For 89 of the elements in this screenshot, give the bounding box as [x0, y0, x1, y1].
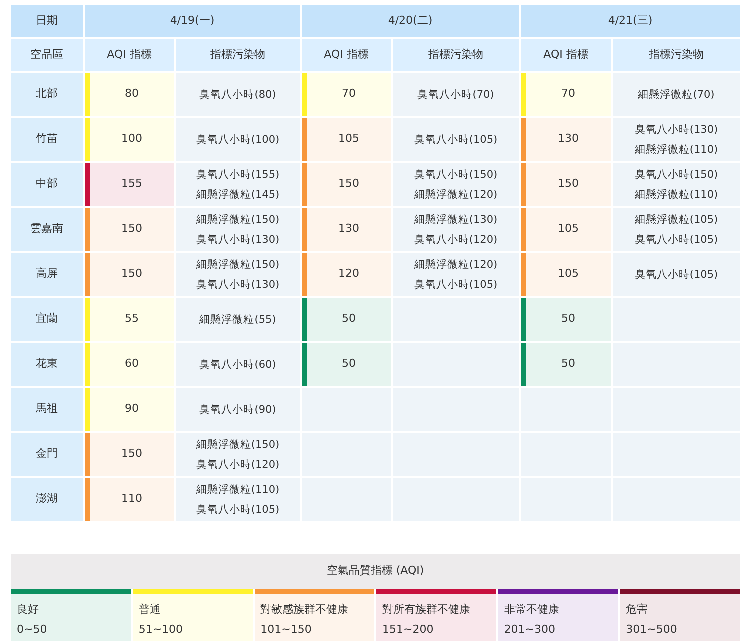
region-cell: 澎湖: [11, 478, 83, 521]
legend-label: 危害: [626, 602, 650, 618]
aqi-cell: 105: [307, 118, 391, 161]
aqi-cell: 150: [526, 163, 611, 206]
aqi-cell: 90: [90, 388, 174, 431]
pollutant-text: 臭氧八小時(105): [414, 132, 498, 148]
aqi-cell: 100: [90, 118, 174, 161]
pollutant-text: 臭氧八小時(150): [414, 168, 498, 182]
column-header: 指標污染物: [393, 39, 519, 71]
region-cell: 花東: [11, 343, 83, 386]
date-header: 4/20(二): [302, 5, 519, 37]
legend-label: 普通: [138, 602, 162, 618]
pollutant-text: 臭氧八小時(80): [200, 88, 276, 102]
column-header: 指標污染物: [613, 39, 740, 71]
region-cell: 竹苗: [11, 118, 83, 161]
pollutant-text: 細懸浮微粒(55): [200, 312, 276, 328]
column-header: AQI 指標: [302, 39, 391, 71]
pollutant-text: 臭氧八小時(130): [196, 278, 280, 292]
legend-title: 空氣品質指標 (AQI): [11, 554, 740, 589]
aqi-cell: 110: [90, 478, 174, 521]
aqi-cell: 150: [90, 208, 174, 251]
legend-label: 對敏感族群不健康: [260, 602, 350, 618]
pollutant-text: 臭氧八小時(130): [634, 122, 718, 138]
pollutant-text: 細懸浮微粒(110): [634, 188, 718, 202]
pollutant-text: 細懸浮微粒(110): [196, 482, 280, 498]
date-header: 4/19(一): [85, 5, 300, 37]
pollutant-text: 臭氧八小時(130): [196, 232, 280, 248]
legend-label: 良好: [17, 602, 40, 618]
aqi-cell: 50: [307, 298, 391, 341]
aqi-cell: 80: [90, 73, 174, 116]
pollutant-text: 臭氧八小時(155): [196, 168, 280, 182]
pollutant-text: 細懸浮微粒(145): [196, 188, 280, 202]
legend-range: 0~50: [17, 622, 48, 638]
column-header: AQI 指標: [85, 39, 174, 71]
aqi-cell: 50: [526, 343, 611, 386]
pollutant-text: 細懸浮微粒(130): [414, 212, 498, 228]
pollutant-text: 臭氧八小時(105): [634, 268, 718, 282]
pollutant-text: 臭氧八小時(100): [196, 132, 280, 148]
region-cell: 馬祖: [11, 388, 83, 431]
aqi-cell: 150: [307, 163, 391, 206]
aqi-cell: 105: [526, 253, 611, 296]
column-header: AQI 指標: [521, 39, 611, 71]
aqi-cell: 55: [90, 298, 174, 341]
legend-range: 201~300: [504, 622, 557, 638]
header-cell: 空品區: [11, 39, 83, 71]
aqi-cell: 70: [526, 73, 611, 116]
date-header: 4/21(三): [521, 5, 740, 37]
pollutant-text: 臭氧八小時(120): [414, 232, 498, 248]
pollutant-text: 細懸浮微粒(110): [634, 142, 718, 158]
aqi-cell: 120: [307, 253, 391, 296]
aqi-cell: 150: [90, 253, 174, 296]
pollutant-text: 細懸浮微粒(150): [196, 438, 280, 452]
region-cell: 宜蘭: [11, 298, 83, 341]
header-cell: 日期: [11, 5, 83, 37]
legend-label: 非常不健康: [504, 602, 560, 618]
pollutant-text: 細懸浮微粒(70): [638, 88, 715, 102]
column-header: 指標污染物: [176, 39, 300, 71]
region-cell: 雲嘉南: [11, 208, 83, 251]
aqi-cell: 150: [90, 433, 174, 476]
pollutant-text: 臭氧八小時(150): [634, 168, 718, 182]
aqi-cell: 50: [526, 298, 611, 341]
legend-range: 51~100: [138, 622, 184, 638]
aqi-cell: 155: [90, 163, 174, 206]
pollutant-text: 臭氧八小時(120): [196, 458, 280, 472]
pollutant-text: 臭氧八小時(105): [414, 278, 498, 292]
aqi-cell: 130: [307, 208, 391, 251]
pollutant-text: 細懸浮微粒(150): [196, 258, 280, 272]
aqi-cell: 60: [90, 343, 174, 386]
region-cell: 高屏: [11, 253, 83, 296]
pollutant-text: 臭氧八小時(60): [200, 358, 276, 372]
pollutant-text: 臭氧八小時(70): [418, 88, 494, 102]
region-cell: 中部: [11, 163, 83, 206]
aqi-cell: 70: [307, 73, 391, 116]
legend-range: 101~150: [260, 622, 313, 638]
region-cell: 金門: [11, 433, 83, 476]
pollutant-text: 臭氧八小時(105): [196, 502, 280, 518]
pollutant-text: 細懸浮微粒(150): [196, 212, 280, 228]
aqi-cell: 105: [526, 208, 611, 251]
region-cell: 北部: [11, 73, 83, 116]
pollutant-text: 臭氧八小時(90): [200, 402, 276, 418]
pollutant-text: 細懸浮微粒(120): [414, 188, 498, 202]
aqi-cell: 130: [526, 118, 611, 161]
legend-range: 301~500: [626, 622, 678, 638]
legend-label: 對所有族群不健康: [382, 602, 472, 618]
aqi-cell: 50: [307, 343, 391, 386]
pollutant-text: 臭氧八小時(105): [634, 232, 718, 248]
pollutant-text: 細懸浮微粒(105): [634, 212, 718, 228]
legend-range: 151~200: [382, 622, 435, 638]
pollutant-text: 細懸浮微粒(120): [414, 258, 498, 272]
